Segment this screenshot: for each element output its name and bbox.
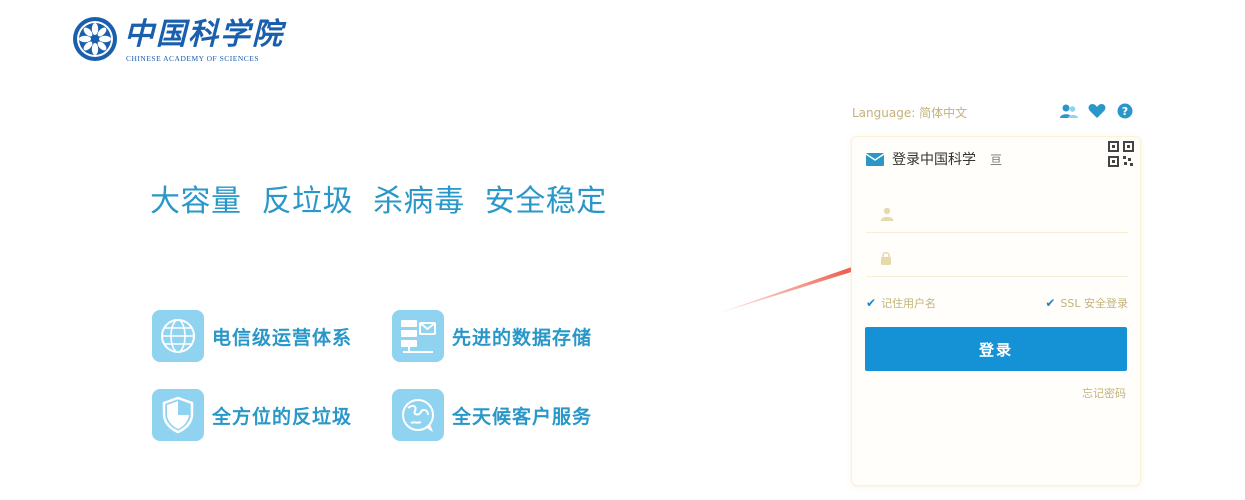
username-input[interactable] <box>904 198 1124 229</box>
lock-icon <box>881 251 891 265</box>
slogan: 大容量 反垃圾 杀病毒 安全稳定 <box>150 184 607 219</box>
forgot-password-link[interactable]: 忘记密码 <box>1082 385 1126 401</box>
password-input[interactable] <box>902 242 1122 273</box>
password-field <box>866 239 1128 277</box>
checkmark-icon: ✔ <box>866 296 877 310</box>
feature-anti-spam: 全方位的反垃圾 <box>152 388 352 442</box>
username-field <box>866 195 1128 233</box>
login-panel: 登录中国科学 亘 ✔ 记住用户名 ✔ SSL 安全登录 登录 忘记密码 <box>851 136 1141 486</box>
customer-service-globe-icon <box>392 389 444 441</box>
data-storage-icon <box>392 310 444 362</box>
feature-label: 电信级运营体系 <box>212 326 353 349</box>
feature-label: 全方位的反垃圾 <box>212 405 353 428</box>
language-selector[interactable]: Language: 简体中文 <box>852 104 967 121</box>
ssl-login-label: SSL 安全登录 <box>1060 297 1128 310</box>
mail-icon <box>866 152 884 166</box>
ssl-login-checkbox[interactable]: ✔ SSL 安全登录 <box>1045 295 1128 311</box>
remember-username-label: 记住用户名 <box>881 297 937 310</box>
remember-username-checkbox[interactable]: ✔ 记住用户名 <box>866 295 936 311</box>
feature-data-storage: 先进的数据存储 <box>392 309 592 363</box>
login-options: ✔ 记住用户名 ✔ SSL 安全登录 <box>866 295 1128 313</box>
login-title-text: 登录中国科学 <box>892 152 976 168</box>
heart-icon[interactable] <box>1088 102 1106 120</box>
svg-text:?: ? <box>1122 105 1128 118</box>
feature-customer-service: 全天候客户服务 <box>392 388 592 442</box>
user-icon <box>880 207 894 221</box>
login-button[interactable]: 登录 <box>865 327 1127 371</box>
logo-title-cn: 中国科学院 <box>124 17 284 52</box>
cas-emblem-icon <box>73 17 117 61</box>
top-icon-group: ? <box>1060 102 1134 120</box>
checkmark-icon: ✔ <box>1045 296 1056 310</box>
logo-title-en: CHINESE ACADEMY OF SCIENCES <box>126 54 260 63</box>
contacts-icon[interactable] <box>1060 102 1078 120</box>
login-title-suffix: 亘 <box>990 152 1003 167</box>
globe-icon <box>152 310 204 362</box>
shield-icon <box>152 389 204 441</box>
login-title: 登录中国科学 亘 <box>866 149 1002 169</box>
help-icon[interactable]: ? <box>1116 102 1134 120</box>
feature-label: 全天候客户服务 <box>452 405 593 428</box>
feature-telecom-operation: 电信级运营体系 <box>152 309 352 363</box>
cas-logo: 中国科学院 CHINESE ACADEMY OF SCIENCES <box>72 16 292 64</box>
feature-label: 先进的数据存储 <box>452 326 593 349</box>
qr-code-icon[interactable] <box>1108 141 1134 167</box>
